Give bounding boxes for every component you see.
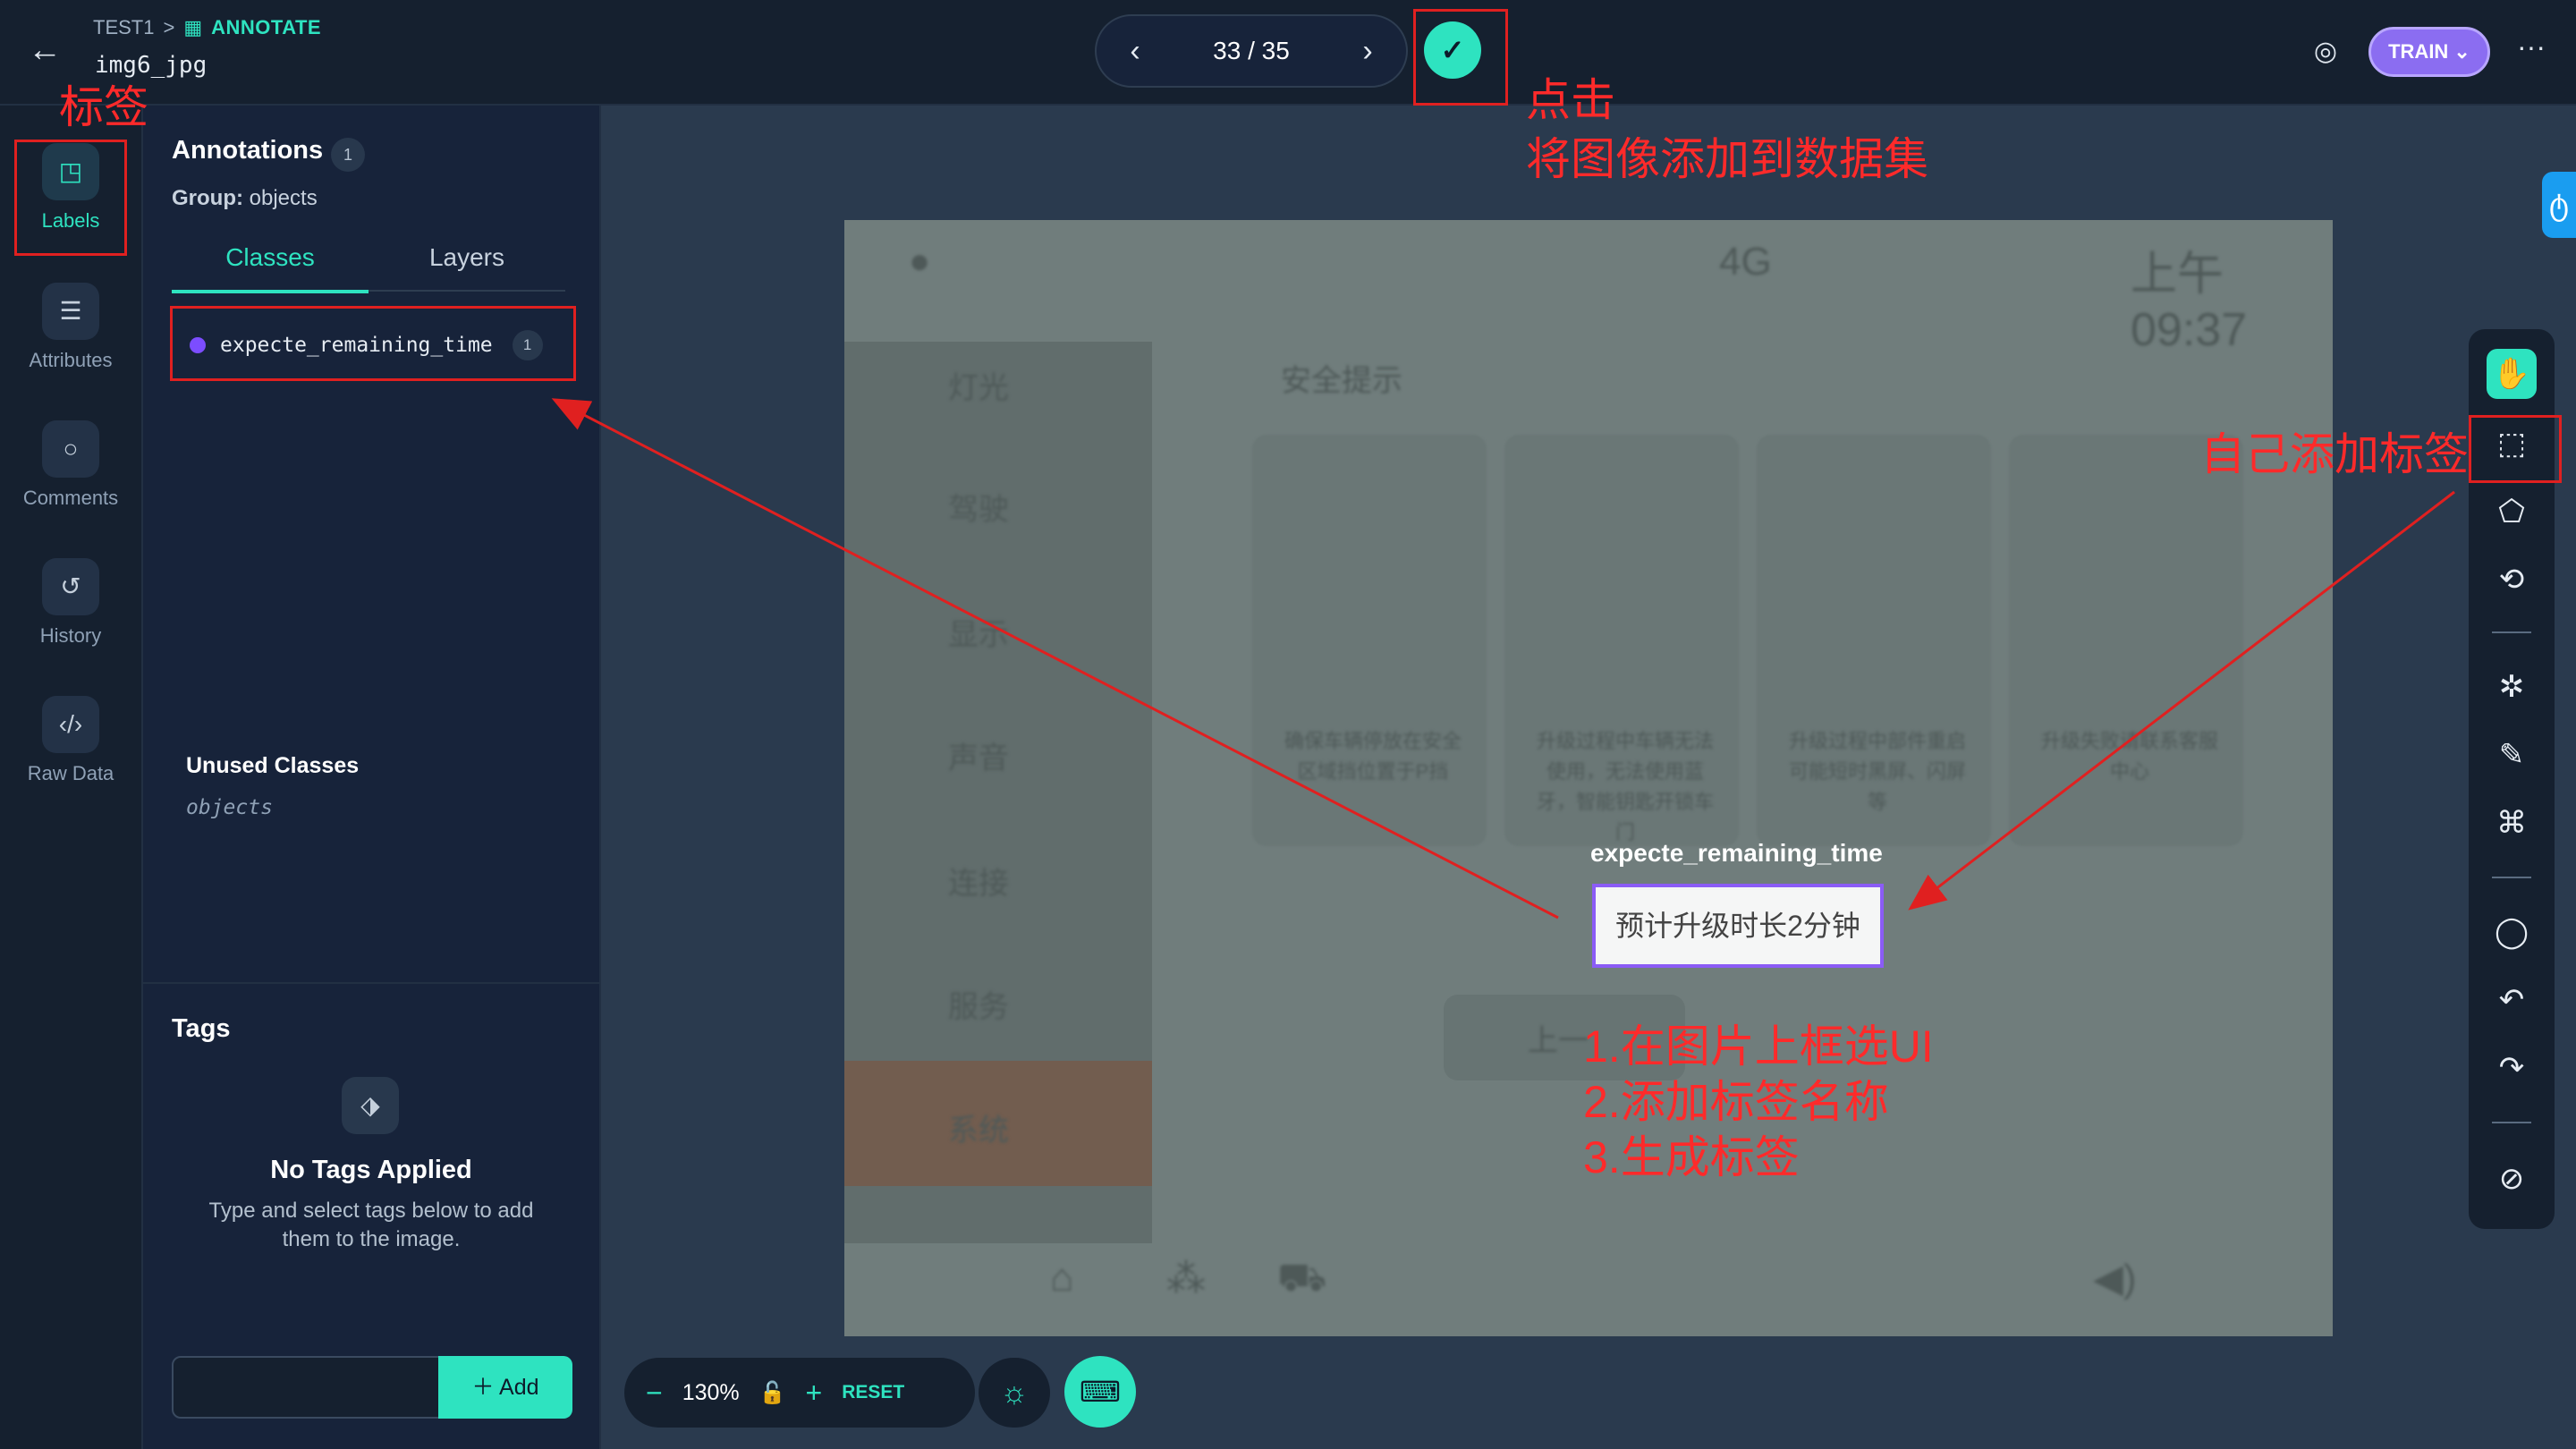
annotation-arrows: [551, 398, 2455, 919]
arrow-to-class: [551, 398, 1559, 919]
arrow-to-bbox: [1908, 490, 2455, 911]
